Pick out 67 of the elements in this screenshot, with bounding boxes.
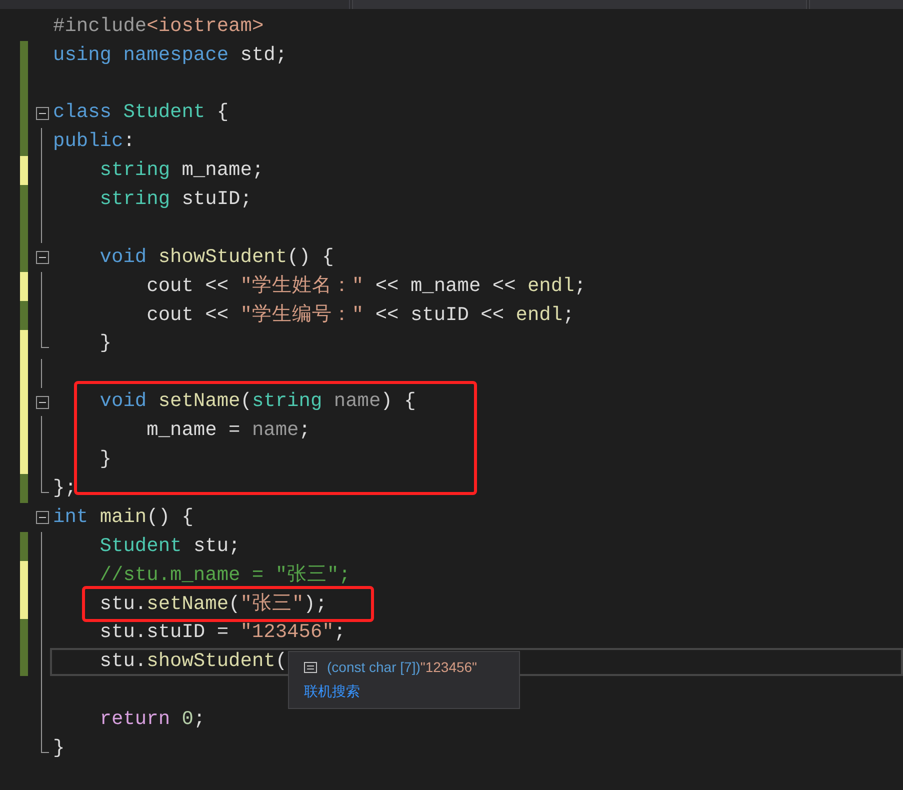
code-token: "张三" (240, 594, 304, 614)
code-token: endl (516, 306, 563, 326)
code-token: << m_name << (374, 276, 517, 296)
value-label: "123456" (420, 659, 478, 675)
code-token: showStudent (146, 652, 276, 672)
code-token: { (216, 103, 229, 123)
code-token: void (98, 248, 148, 268)
code-token: return (98, 710, 172, 730)
code-token: ; (562, 306, 574, 326)
code-token: }; (53, 478, 76, 498)
code-token: name (334, 392, 381, 412)
code-token: #include (53, 16, 147, 36)
code-token: Student (98, 536, 183, 556)
code-token: Student (123, 103, 206, 123)
collapse-icon[interactable] (36, 106, 48, 120)
code-token: setName (158, 392, 240, 412)
code-token: } (98, 334, 112, 354)
code-token: class (53, 103, 113, 123)
code-token: ( (275, 652, 288, 672)
code-token: ; (334, 623, 346, 643)
code-token: using namespace (53, 46, 230, 66)
code-token: } (98, 450, 112, 470)
code-token: stuID; (182, 190, 252, 210)
code-token: } (53, 738, 65, 758)
code-token: stu.stuID = (98, 623, 230, 643)
code-token: ; (193, 710, 206, 730)
code-token: //stu.m_name = "张三"; (98, 566, 350, 586)
code-token: showStudent (158, 248, 288, 268)
code-token: "123456" (240, 623, 334, 643)
field-icon (304, 662, 317, 673)
code-token: setName (146, 594, 229, 614)
collapse-icon[interactable] (36, 396, 48, 409)
code-token: m_name = (146, 421, 242, 441)
code-token: ( (228, 594, 240, 614)
code-token: main (100, 508, 147, 528)
code-token: stu; (193, 536, 240, 556)
code-token: <iostream> (146, 16, 264, 36)
code-token: string (98, 161, 172, 181)
code-token: : (123, 132, 135, 152)
code-token: ); (304, 594, 328, 614)
code-token: string (252, 392, 324, 412)
collapse-icon[interactable] (36, 511, 48, 524)
code-token: ) { (380, 392, 416, 412)
online-search-link[interactable]: 联机搜索 (304, 681, 504, 702)
code-token: stu. (98, 594, 147, 614)
code-token: "学生姓名：" (240, 276, 364, 296)
code-token: std; (240, 46, 288, 66)
code-token: () { (287, 248, 334, 268)
code-token: 0 (182, 710, 194, 730)
code-token: cout << (146, 276, 230, 296)
code-token: stu. (98, 652, 147, 672)
code-token: void (98, 392, 148, 412)
code-token: name (252, 421, 299, 441)
collapse-icon[interactable] (36, 251, 48, 264)
code-token: "学生编号：" (240, 306, 364, 326)
code-token: cout << (146, 306, 230, 326)
code-token: endl (527, 276, 574, 296)
code-token: m_name; (182, 161, 264, 181)
type-label: (const char [7]) (327, 659, 420, 675)
code-token: << stuID << (374, 306, 506, 326)
code-token: public (53, 132, 124, 152)
code-token: string (98, 190, 172, 210)
code-token: ( (240, 392, 252, 412)
code-token: ; (298, 421, 310, 441)
code-token: ; (574, 276, 586, 296)
code-token: () { (146, 508, 194, 528)
code-token: int (53, 508, 90, 528)
